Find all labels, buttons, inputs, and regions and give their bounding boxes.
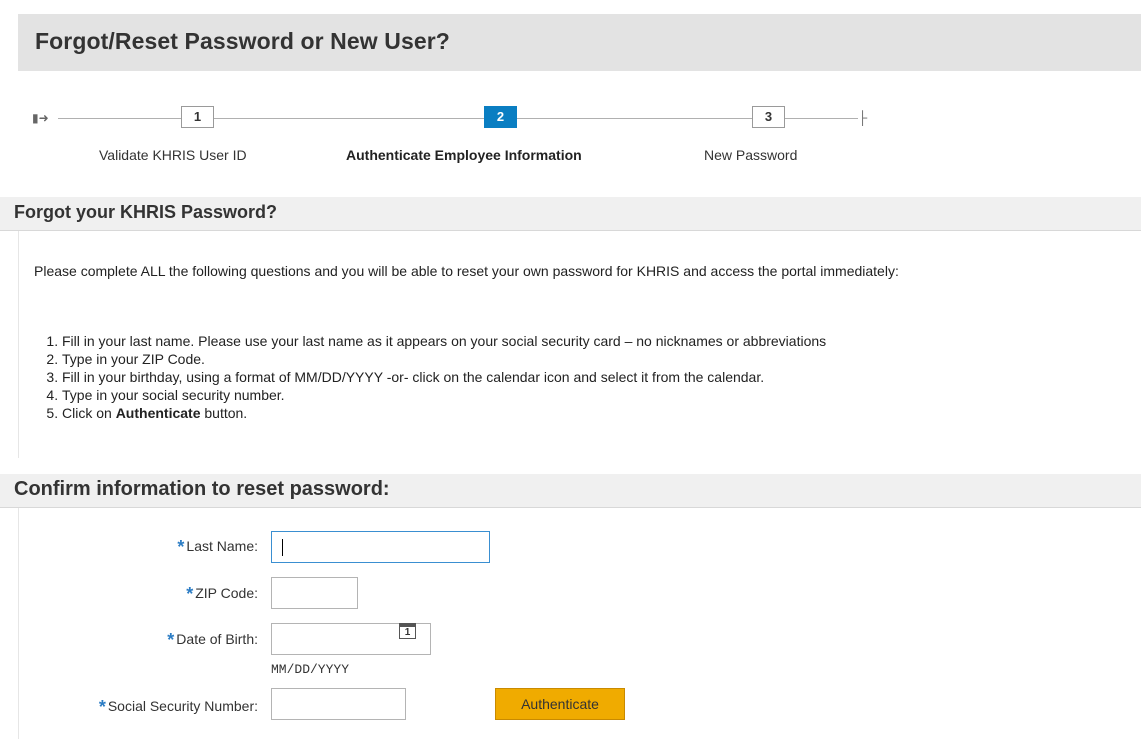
- date-of-birth-label: Date of Birth:: [176, 631, 258, 647]
- last-name-label: Last Name:: [186, 538, 258, 554]
- authenticate-button[interactable]: Authenticate: [495, 688, 625, 720]
- date-format-hint: MM/DD/YYYY: [271, 662, 350, 677]
- roadmap-end-icon: ├: [858, 110, 868, 125]
- roadmap-line: [58, 118, 858, 119]
- zip-code-input[interactable]: [271, 577, 358, 609]
- required-marker: *: [98, 697, 106, 717]
- required-marker: *: [186, 584, 194, 604]
- zip-label-wrap: * ZIP Code:: [0, 584, 258, 605]
- instruction-step-prefix: Click on: [62, 405, 116, 421]
- confirm-section-heading: Confirm information to reset password:: [14, 478, 390, 500]
- confirm-section-header: Confirm information to reset password:: [0, 474, 1141, 508]
- page-title: Forgot/Reset Password or New User?: [35, 28, 450, 54]
- instruction-step: Fill in your last name. Please use your …: [62, 332, 1141, 350]
- instruction-step: Type in your ZIP Code.: [62, 350, 1141, 368]
- instruction-step-bold: Authenticate: [115, 405, 201, 421]
- calendar-icon[interactable]: 1: [399, 623, 416, 639]
- instructions-intro: Please complete ALL the following questi…: [34, 263, 899, 279]
- roadmap-step-1-label[interactable]: Validate KHRIS User ID: [99, 147, 247, 163]
- ssn-input[interactable]: [271, 688, 406, 720]
- roadmap-step-2[interactable]: 2: [484, 106, 517, 128]
- ssn-label: Social Security Number:: [107, 698, 258, 714]
- instruction-step-suffix: button.: [200, 405, 248, 421]
- roadmap-step-2-label[interactable]: Authenticate Employee Information: [346, 147, 582, 163]
- required-marker: *: [167, 630, 175, 650]
- forgot-section-header: Forgot your KHRIS Password?: [0, 197, 1141, 231]
- dob-label-wrap: * Date of Birth:: [0, 630, 258, 651]
- roadmap: ▮➜ 1 2 3 ├ Validate KHRIS User ID Authen…: [0, 100, 1141, 170]
- roadmap-step-1[interactable]: 1: [181, 106, 214, 128]
- zip-code-label: ZIP Code:: [195, 585, 258, 601]
- ssn-label-wrap: * Social Security Number:: [0, 697, 258, 718]
- forgot-section-heading: Forgot your KHRIS Password?: [14, 202, 278, 222]
- roadmap-step-3[interactable]: 3: [752, 106, 785, 128]
- instruction-step: Click on Authenticate button.: [62, 404, 1141, 422]
- roadmap-step-3-label[interactable]: New Password: [704, 147, 797, 163]
- instructions-list: Fill in your last name. Please use your …: [34, 332, 1141, 422]
- text-caret: [282, 539, 283, 556]
- roadmap-start-icon: ▮➜: [32, 111, 49, 125]
- last-name-input[interactable]: [271, 531, 490, 563]
- required-marker: *: [177, 537, 185, 557]
- instruction-step: Fill in your birthday, using a format of…: [62, 368, 1141, 386]
- last-name-label-wrap: * Last Name:: [0, 537, 258, 558]
- instruction-step: Type in your social security number.: [62, 386, 1141, 404]
- page-title-bar: Forgot/Reset Password or New User?: [18, 14, 1141, 71]
